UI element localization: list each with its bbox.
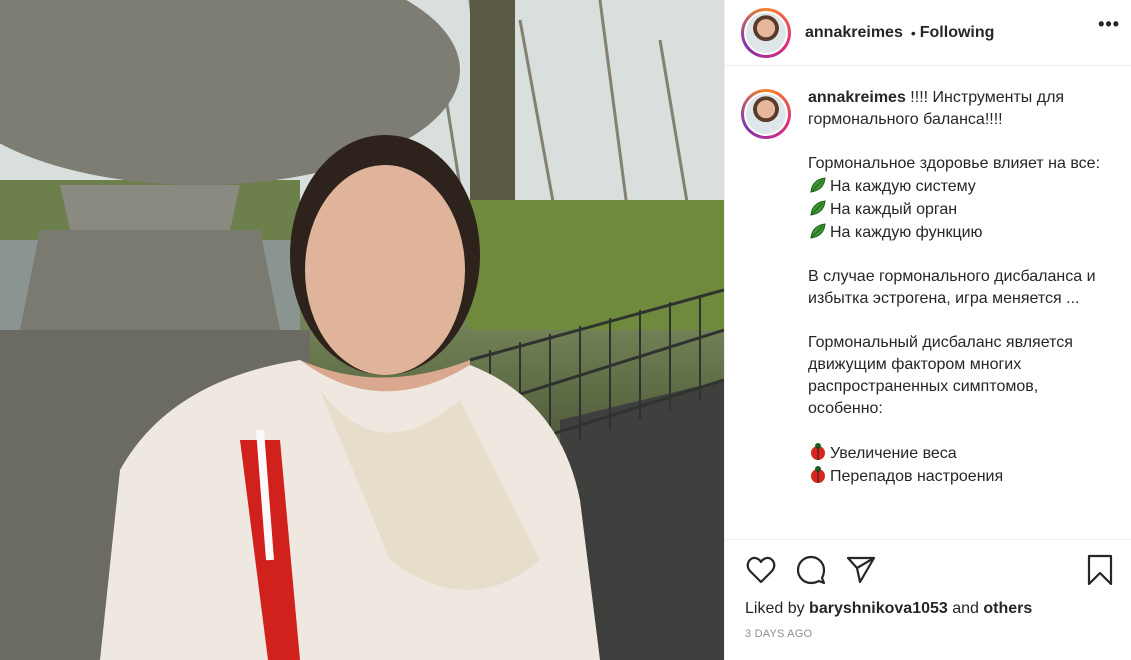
avatar-image	[744, 10, 788, 55]
header-separator: •	[910, 24, 916, 41]
bookmark-icon	[1087, 554, 1113, 586]
caption-bullet: Увеличение веса	[808, 442, 1108, 465]
caption-bullet-text: На каждую функцию	[830, 224, 983, 241]
caption-bullet-text: Увеличение веса	[830, 445, 957, 462]
share-button[interactable]	[845, 554, 877, 586]
likes-summary: Liked by baryshnikova1053 and others	[745, 600, 1116, 618]
likes-others-link[interactable]: others	[983, 600, 1032, 617]
heart-icon	[746, 556, 776, 584]
like-button[interactable]	[745, 554, 777, 586]
avatar-image	[744, 92, 788, 136]
caption-bullet-text: Перепадов настроения	[830, 468, 1004, 485]
likes-prefix: Liked by	[745, 600, 805, 617]
caption-username[interactable]: annakreimes	[808, 89, 906, 106]
save-button[interactable]	[1084, 554, 1116, 586]
share-icon	[846, 556, 876, 584]
photo-illustration	[0, 0, 724, 660]
caption-area: annakreimes !!!! Инструменты для гормона…	[725, 67, 1131, 539]
lady-beetle-icon	[811, 443, 825, 460]
leaf-icon	[810, 223, 826, 239]
post-actions: Liked by baryshnikova1053 and others 3 D…	[725, 539, 1131, 660]
caption-avatar[interactable]	[741, 89, 791, 139]
caption-bullet: На каждый орган	[808, 198, 1108, 221]
lady-beetle-icon	[811, 466, 825, 483]
comment-icon	[796, 555, 826, 585]
caption-line: В случае гормонального дисбаланса и избы…	[808, 268, 1096, 307]
leaf-icon	[810, 200, 826, 216]
author-avatar[interactable]	[741, 7, 791, 58]
leaf-icon	[810, 177, 826, 193]
caption-bullet-text: На каждый орган	[830, 201, 958, 218]
post-side-panel: annakreimes • Following ••• annakreimes …	[724, 0, 1131, 660]
more-options-icon[interactable]: •••	[1098, 14, 1120, 35]
post-header: annakreimes • Following •••	[725, 0, 1131, 66]
caption-line: Гормональный дисбаланс является движущим…	[808, 334, 1073, 417]
caption-line: Гормональное здоровье влияет на все:	[808, 155, 1101, 172]
caption-bullet: Перепадов настроения	[808, 465, 1108, 488]
author-username[interactable]: annakreimes	[805, 24, 903, 42]
caption-bullet-text: На каждую систему	[830, 178, 976, 195]
post-timestamp[interactable]: 3 DAYS AGO	[745, 628, 1116, 640]
caption-bullet: На каждую функцию	[808, 221, 1108, 244]
following-button[interactable]: Following	[920, 24, 995, 42]
liker-username[interactable]: baryshnikova1053	[809, 600, 948, 617]
comment-button[interactable]	[795, 554, 827, 586]
caption-text: annakreimes !!!! Инструменты для гормона…	[808, 87, 1108, 539]
likes-middle: and	[952, 600, 979, 617]
caption-bullet: На каждую систему	[808, 175, 1108, 198]
post-photo[interactable]	[0, 0, 724, 660]
action-icons	[745, 554, 1116, 586]
